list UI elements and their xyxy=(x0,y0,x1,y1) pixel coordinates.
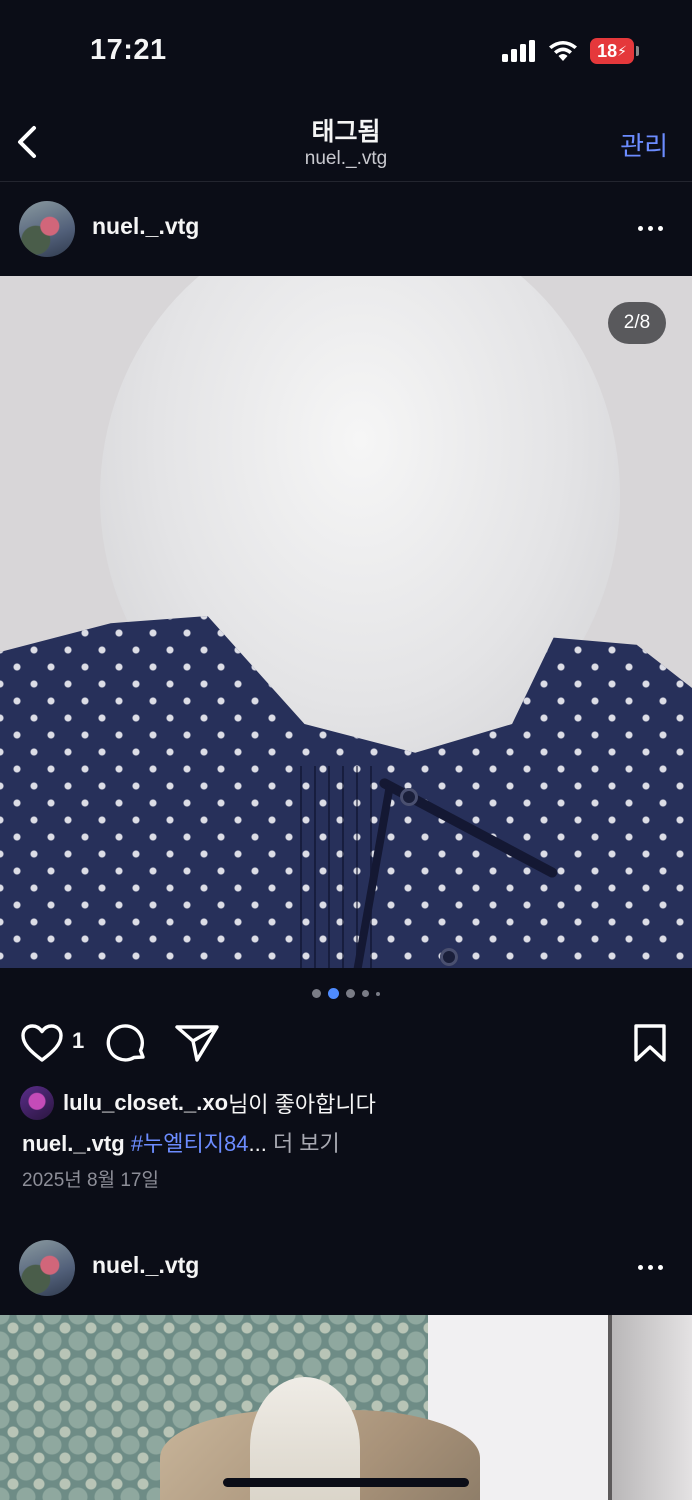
action-bar: 1 xyxy=(0,1020,692,1066)
avatar[interactable] xyxy=(19,201,75,257)
avatar[interactable] xyxy=(19,1240,75,1296)
post-date: 2025년 8월 17일 xyxy=(22,1170,159,1191)
like-count[interactable]: 1 xyxy=(72,1028,84,1054)
charging-bolt-icon: ⚡ xyxy=(617,42,627,59)
liker-avatar xyxy=(20,1086,54,1120)
home-indicator[interactable] xyxy=(223,1478,469,1487)
battery-level: 18 xyxy=(597,40,618,61)
more-options-icon[interactable] xyxy=(638,1257,668,1277)
like-heart-icon[interactable] xyxy=(20,1023,64,1063)
battery-charging-icon: 18 ⚡ xyxy=(590,38,639,64)
share-icon[interactable] xyxy=(174,1023,220,1063)
post-image[interactable] xyxy=(0,276,692,968)
page-title: 태그됨 xyxy=(311,118,381,146)
blouse-pleats xyxy=(300,766,380,968)
post-username[interactable]: nuel._.vtg xyxy=(92,1252,199,1279)
comment-icon[interactable] xyxy=(106,1023,148,1063)
bookmark-icon[interactable] xyxy=(632,1023,668,1063)
post-header: nuel._.vtg xyxy=(0,182,692,276)
manage-button[interactable]: 관리 xyxy=(620,126,668,163)
nav-header: 태그됨 nuel._.vtg 관리 xyxy=(0,100,692,182)
wifi-icon xyxy=(549,41,577,61)
caption-hashtag[interactable]: #누엘티지84 xyxy=(131,1131,249,1156)
carousel-dots xyxy=(0,988,692,999)
liker-username[interactable]: lulu_closet._.xo xyxy=(63,1090,228,1116)
carousel-dot-active xyxy=(328,988,339,999)
page-subtitle: nuel._.vtg xyxy=(304,148,388,169)
status-time: 17:21 xyxy=(90,34,167,66)
post-header: nuel._.vtg xyxy=(0,1221,692,1315)
liked-by-suffix: 님이 좋아합니다 xyxy=(228,1092,376,1117)
post-username[interactable]: nuel._.vtg xyxy=(92,213,199,240)
post-image[interactable] xyxy=(0,1315,692,1500)
post-caption: nuel._.vtg #누엘티지84... 더 보기 xyxy=(22,1126,340,1158)
carousel-dot xyxy=(376,991,380,996)
door-backdrop xyxy=(608,1315,692,1500)
image-counter: 2/8 xyxy=(608,302,666,344)
liked-by-line[interactable]: lulu_closet._.xo 님이 좋아합니다 xyxy=(20,1086,376,1120)
see-more-link[interactable]: 더 보기 xyxy=(273,1131,340,1156)
signal-icon xyxy=(502,40,535,62)
status-bar: 17:21 18 ⚡ xyxy=(0,0,692,100)
carousel-dot xyxy=(346,989,355,998)
more-options-icon[interactable] xyxy=(638,218,668,238)
carousel-dot xyxy=(312,989,321,998)
status-icons: 18 ⚡ xyxy=(502,38,639,64)
caption-ellipsis: ... xyxy=(248,1131,267,1156)
carousel-dot xyxy=(362,990,369,997)
caption-username[interactable]: nuel._.vtg xyxy=(22,1131,125,1156)
blouse-button xyxy=(400,788,418,806)
blouse-button xyxy=(440,948,458,966)
